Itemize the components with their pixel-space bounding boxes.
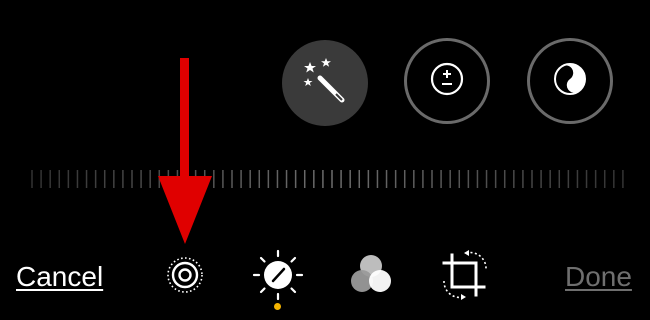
auto-enhance-button[interactable] [282, 40, 368, 126]
crop-rotate-icon [438, 249, 492, 306]
contrast-yinyang-icon [552, 61, 588, 102]
live-photo-icon [165, 255, 205, 300]
adjustment-slider[interactable] [28, 168, 628, 190]
adjust-tool-button[interactable] [250, 249, 306, 305]
done-button[interactable]: Done [565, 261, 632, 293]
filters-tool-button[interactable] [346, 254, 396, 300]
crop-tool-button[interactable] [438, 249, 492, 306]
adjust-dial-icon [251, 248, 305, 307]
exposure-button[interactable] [404, 38, 490, 124]
filters-icon [347, 252, 395, 303]
red-arrow-icon [150, 58, 220, 248]
exposure-plus-minus-icon [429, 61, 465, 102]
cancel-button[interactable]: Cancel [16, 261, 103, 293]
magic-wand-icon [300, 56, 350, 111]
contrast-button[interactable] [527, 38, 613, 124]
live-photo-tool-button[interactable] [162, 254, 208, 300]
active-tool-indicator [274, 303, 281, 310]
